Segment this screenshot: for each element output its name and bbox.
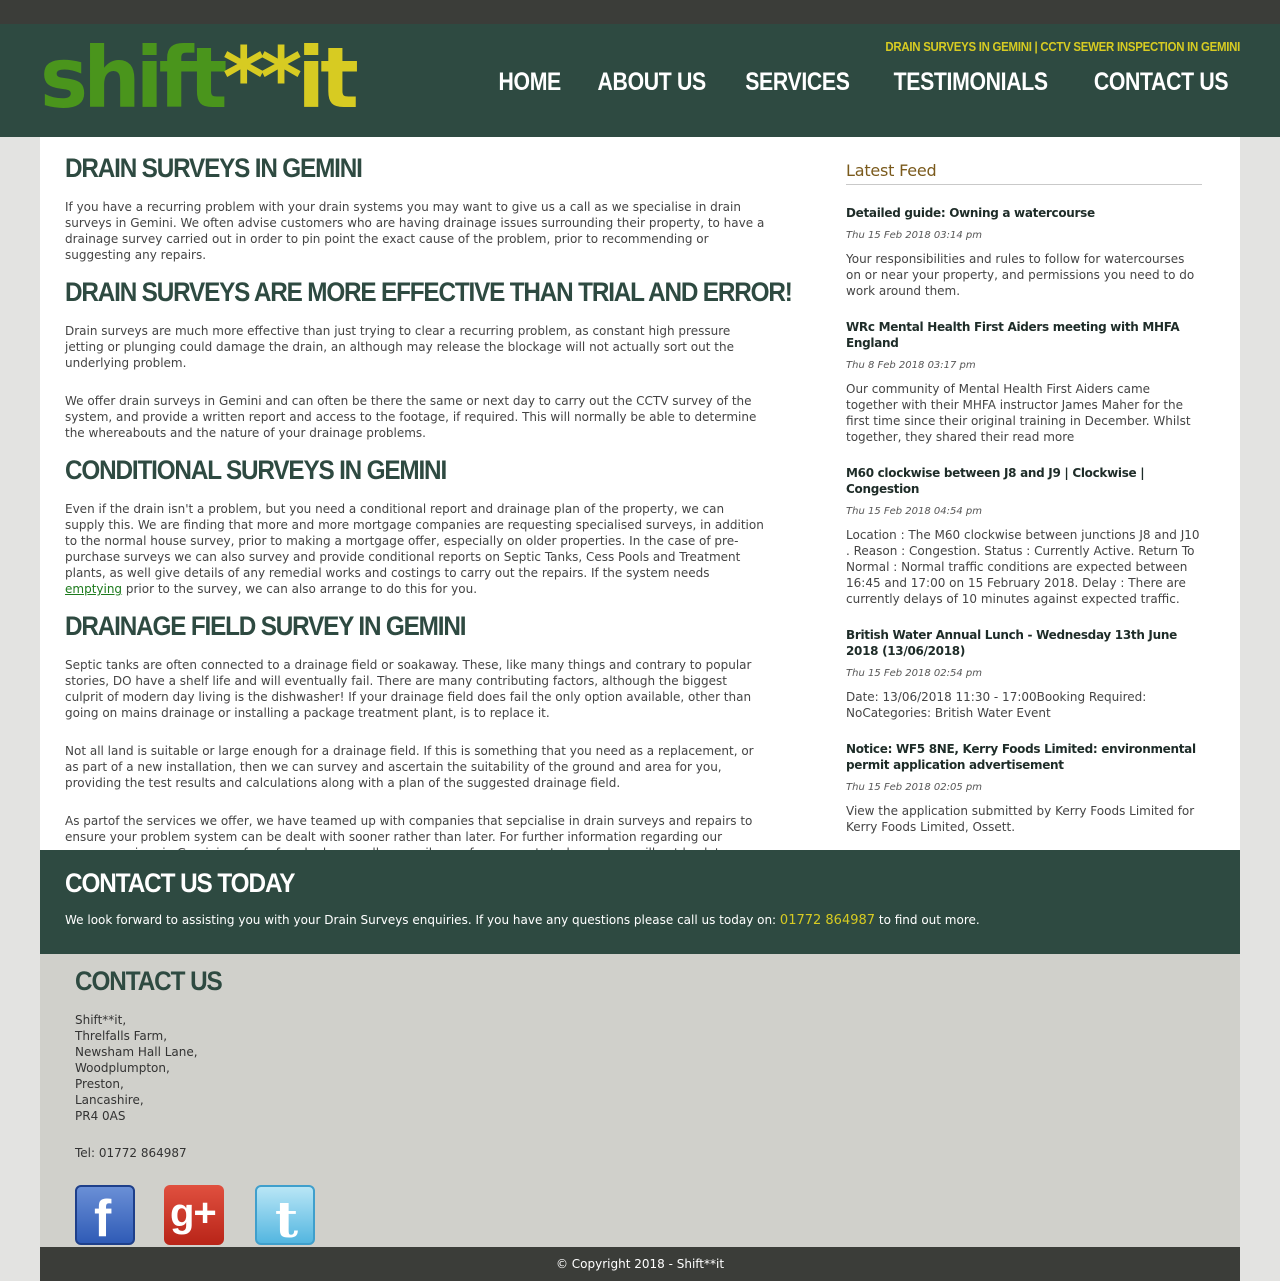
feed-item-title[interactable]: M60 clockwise between J8 and J9 | Clockw… bbox=[846, 465, 1202, 497]
copyright-text: © Copyright 2018 - Shift**it bbox=[555, 1257, 725, 1271]
site-footer: © Copyright 2018 - Shift**it bbox=[40, 1247, 1240, 1281]
emptying-link[interactable]: emptying bbox=[65, 582, 122, 596]
section-heading-conditional: CONDITIONAL SURVEYS IN GEMINI bbox=[65, 455, 447, 485]
feed-item: WRc Mental Health First Aiders meeting w… bbox=[846, 319, 1202, 445]
feed-item-description: Our community of Mental Health First Aid… bbox=[846, 382, 1191, 444]
feed-item-description: Date: 13/06/2018 11:30 - 17:00Booking Re… bbox=[846, 690, 1147, 720]
nav-testimonials[interactable]: TESTIMONIALS bbox=[893, 68, 1047, 97]
address-line: PR4 0AS bbox=[75, 1109, 126, 1123]
feed-item: British Water Annual Lunch - Wednesday 1… bbox=[846, 627, 1202, 721]
page-title: DRAIN SURVEYS IN GEMINI bbox=[65, 153, 363, 183]
main-content-area: DRAIN SURVEYS IN GEMINI If you have a re… bbox=[40, 137, 1240, 876]
telephone: Tel: 01772 864987 bbox=[75, 1146, 187, 1160]
header-tagline: DRAIN SURVEYS IN GEMINI | CCTV SEWER INS… bbox=[885, 39, 1240, 54]
contact-section: CONTACT US Shift**it, Threlfalls Farm, N… bbox=[40, 954, 1240, 1249]
address-line: Newsham Hall Lane, bbox=[75, 1045, 198, 1059]
section-heading-drainage-field: DRAINAGE FIELD SURVEY IN GEMINI bbox=[65, 611, 466, 641]
logo-text-yellow: **it bbox=[222, 29, 359, 127]
cta-title: CONTACT US TODAY bbox=[65, 868, 295, 898]
contact-cta-banner: CONTACT US TODAY We look forward to assi… bbox=[40, 850, 1240, 954]
feed-item-date: Thu 15 Feb 2018 02:05 pm bbox=[846, 782, 983, 793]
feed-item-date: Thu 15 Feb 2018 04:54 pm bbox=[846, 506, 983, 517]
contact-title: CONTACT US bbox=[75, 966, 223, 996]
cta-phone-link[interactable]: 01772 864987 bbox=[780, 913, 875, 928]
article: DRAIN SURVEYS IN GEMINI If you have a re… bbox=[65, 153, 793, 877]
nav-services[interactable]: SERVICES bbox=[745, 68, 850, 97]
feed-item-description: Your responsibilities and rules to follo… bbox=[846, 252, 1195, 298]
google-plus-icon[interactable]: g+ bbox=[164, 1185, 224, 1245]
site-logo[interactable]: shift**it bbox=[40, 36, 359, 120]
address-block: Shift**it, Threlfalls Farm, Newsham Hall… bbox=[75, 1012, 198, 1124]
paragraph-same-day: We offer drain surveys in Gemini and can… bbox=[65, 394, 757, 440]
address-line: Shift**it, bbox=[75, 1013, 127, 1027]
paragraph-effective: Drain surveys are much more effective th… bbox=[65, 324, 734, 370]
feed-item-date: Thu 8 Feb 2018 03:17 pm bbox=[846, 360, 976, 371]
address-line: Threlfalls Farm, bbox=[75, 1029, 168, 1043]
facebook-icon[interactable]: f bbox=[75, 1185, 135, 1248]
site-header: shift**it DRAIN SURVEYS IN GEMINI | CCTV… bbox=[0, 24, 1280, 137]
feed-item-title[interactable]: Detailed guide: Owning a watercourse bbox=[846, 205, 1202, 221]
feed-item-date: Thu 15 Feb 2018 03:14 pm bbox=[846, 230, 983, 241]
nav-home[interactable]: HOME bbox=[499, 68, 562, 97]
paragraph-conditional-text-end: prior to the survey, we can also arrange… bbox=[122, 582, 478, 596]
address-line: Woodplumpton, bbox=[75, 1061, 170, 1075]
feed-item-description: View the application submitted by Kerry … bbox=[846, 804, 1195, 834]
feed-item: Notice: WF5 8NE, Kerry Foods Limited: en… bbox=[846, 741, 1202, 835]
cta-text-before: We look forward to assisting you with yo… bbox=[65, 913, 780, 927]
section-heading-effective: DRAIN SURVEYS ARE MORE EFFECTIVE THAN TR… bbox=[65, 277, 793, 307]
top-bar bbox=[0, 0, 1280, 24]
paragraph-conditional: Even if the drain isn't a problem, but y… bbox=[65, 501, 765, 597]
feed-item-title[interactable]: Notice: WF5 8NE, Kerry Foods Limited: en… bbox=[846, 741, 1202, 773]
feed-item-date: Thu 15 Feb 2018 02:54 pm bbox=[846, 668, 983, 679]
paragraph-septic: Septic tanks are often connected to a dr… bbox=[65, 658, 752, 720]
address-line: Preston, bbox=[75, 1077, 124, 1091]
nav-contact-us[interactable]: CONTACT US bbox=[1094, 68, 1229, 97]
main-nav: HOME ABOUT US SERVICES TESTIMONIALS CONT… bbox=[493, 68, 1240, 97]
feed-item-title[interactable]: WRc Mental Health First Aiders meeting w… bbox=[846, 319, 1202, 351]
logo-text-green: shift bbox=[40, 29, 227, 127]
twitter-icon[interactable]: t bbox=[255, 1185, 315, 1249]
feed-item: Detailed guide: Owning a watercourse Thu… bbox=[846, 205, 1202, 299]
feed-item-title[interactable]: British Water Annual Lunch - Wednesday 1… bbox=[846, 627, 1202, 659]
cta-text-after: to find out more. bbox=[875, 913, 980, 927]
feed-item: M60 clockwise between J8 and J9 | Clockw… bbox=[846, 465, 1202, 607]
feed-item-description: Location : The M60 clockwise between jun… bbox=[846, 528, 1200, 606]
intro-paragraph: If you have a recurring problem with you… bbox=[65, 200, 765, 262]
paragraph-conditional-text: Even if the drain isn't a problem, but y… bbox=[65, 502, 764, 580]
feed-title: Latest Feed bbox=[846, 161, 1202, 185]
address-line: Lancashire, bbox=[75, 1093, 144, 1107]
nav-about-us[interactable]: ABOUT US bbox=[597, 68, 706, 97]
latest-feed: Latest Feed Detailed guide: Owning a wat… bbox=[846, 161, 1202, 835]
cta-text: We look forward to assisting you with yo… bbox=[65, 913, 980, 928]
paragraph-land: Not all land is suitable or large enough… bbox=[65, 744, 754, 790]
